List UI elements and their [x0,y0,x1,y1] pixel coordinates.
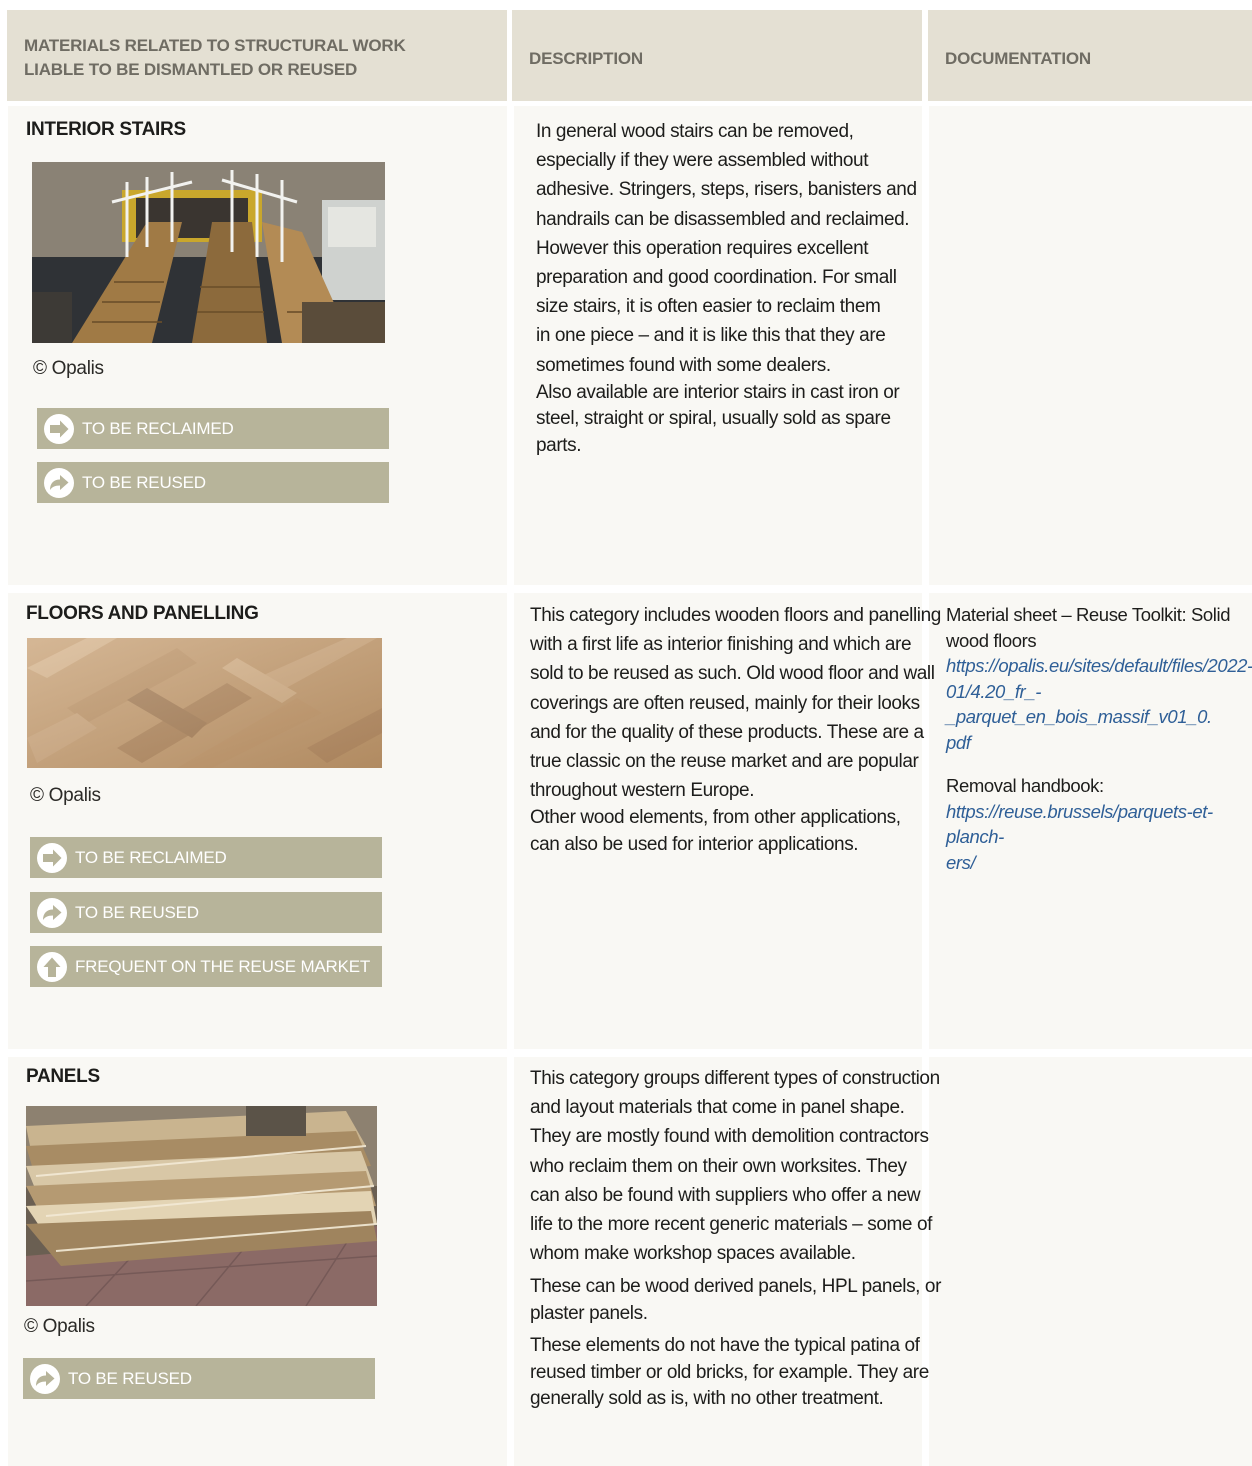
stairs-photo-credit: © Opalis [33,358,104,379]
description-line: can also be found with suppliers who off… [530,1184,921,1206]
description-line: However this operation requires excellen… [536,237,869,259]
doc-link-solid-wood-floors[interactable]: 01/4.20_fr_-_parquet_en_bois_massif_v01_… [946,679,1246,730]
header-materials-line1: MATERIALS RELATED TO STRUCTURAL WORK [24,36,406,55]
doc-label: wood floors [946,629,1037,651]
description-line: These elements do not have the typical p… [530,1335,920,1357]
description-line: life to the more recent generic material… [530,1214,933,1236]
row-panels-documentation-cell [929,1057,1252,1466]
row-stairs-title: INTERIOR STAIRS [26,119,186,140]
stairs-photo [32,162,385,343]
description-line: and for the quality of these products. T… [530,721,924,743]
parquet-photo [27,638,382,768]
description-line: steel, straight or spiral, usually sold … [536,408,891,430]
doc-label: Removal handbook: [946,775,1104,796]
floors-badge-frequent: FREQUENT ON THE REUSE MARKET [30,946,382,987]
description-line: In general wood stairs can be removed, [536,121,854,142]
panels-photo [26,1106,377,1306]
row-floors-title: FLOORS AND PANELLING [26,603,259,624]
row-panels-title: PANELS [26,1066,100,1087]
description-line: throughout western Europe. [530,780,755,802]
description-line: especially if they were assembled withou… [536,150,869,172]
badge-label: TO BE REUSED [75,902,199,922]
description-line: true classic on the reuse market and are… [530,751,919,773]
description-line: who reclaim them on their own worksites.… [530,1155,907,1177]
arrow-up-circle-icon [37,951,67,982]
badge-label: TO BE REUSED [82,472,206,492]
header-description: DESCRIPTION [512,10,922,101]
doc-link-solid-wood-floors[interactable]: https://opalis.eu/sites/default/files/20… [946,653,1252,679]
parquet-photo-credit: © Opalis [30,785,101,806]
header-documentation: DOCUMENTATION [928,10,1252,101]
header-documentation-label: DOCUMENTATION [945,49,1091,68]
description-line: generally sold as is, with no other trea… [530,1388,884,1410]
row-stairs-description: In general wood stairs can be removed, e… [536,117,917,459]
description-line: sold to be reused as such. Old wood floo… [530,663,935,685]
doc-link-solid-wood-floors[interactable]: pdf [946,730,1246,756]
header-materials-line2: LIABLE TO BE DISMANTLED OR REUSED [24,60,358,79]
row-floors-documentation: Material sheet – Reuse Toolkit: Solid wo… [946,602,1252,876]
stairs-badge-to-be-reused: TO BE REUSED [37,462,389,503]
description-line: coverings are often reused, mainly for t… [530,692,920,714]
header-description-label: DESCRIPTION [529,49,643,68]
curved-arrow-right-circle-icon [37,897,67,928]
description-line: whom make workshop spaces available. [530,1243,856,1265]
description-line: plaster panels. [530,1302,648,1324]
badge-label: TO BE REUSED [68,1368,192,1388]
description-line: size stairs, it is often easier to recla… [536,296,881,318]
stairs-badge-to-be-reclaimed: TO BE RECLAIMED [37,408,389,449]
curved-arrow-right-circle-icon [44,467,74,498]
description-line: with a first life as interior finishing … [530,634,912,656]
arrow-right-circle-icon [37,842,67,873]
description-line: This category groups different types of … [530,1068,940,1089]
header-materials: MATERIALS RELATED TO STRUCTURAL WORK LIA… [7,10,507,101]
row-stairs-documentation-cell [929,106,1252,585]
doc-link-removal-handbook[interactable]: ers/ [946,850,1246,876]
row-floors-description: This category includes wooden floors and… [530,601,941,858]
description-line: They are mostly found with demolition co… [530,1126,929,1148]
badge-label: TO BE RECLAIMED [75,847,227,867]
description-line: adhesive. Stringers, steps, risers, bani… [536,179,917,201]
panels-photo-credit: © Opalis [24,1316,95,1337]
badge-label: TO BE RECLAIMED [82,418,234,438]
badge-label: FREQUENT ON THE REUSE MARKET [75,956,371,976]
panels-badge-to-be-reused: TO BE REUSED [23,1358,375,1399]
floors-badge-to-be-reused: TO BE REUSED [30,892,382,933]
description-line: preparation and good coordination. For s… [536,267,897,289]
doc-label: Material sheet – Reuse Toolkit: Solid [946,604,1231,625]
description-line: can also be used for interior applicatio… [530,833,859,855]
description-line: in one piece – and it is like this that … [536,325,886,347]
description-line: and layout materials that come in panel … [530,1097,905,1119]
description-line: parts. [536,434,582,456]
description-line: sometimes found with some dealers. [536,354,831,376]
row-panels-description: This category groups different types of … [530,1064,941,1413]
description-line: Also available are interior stairs in ca… [536,381,900,403]
description-line: This category includes wooden floors and… [530,605,941,626]
description-line: handrails can be disassembled and reclai… [536,208,910,230]
description-line: reused timber or old bricks, for example… [530,1361,929,1383]
description-line: These can be wood derived panels, HPL pa… [530,1276,942,1298]
doc-link-removal-handbook[interactable]: https://reuse.brussels/parquets-et-planc… [946,799,1246,850]
curved-arrow-right-circle-icon [30,1363,60,1394]
floors-badge-to-be-reclaimed: TO BE RECLAIMED [30,837,382,878]
description-line: Other wood elements, from other applicat… [530,807,901,829]
arrow-right-circle-icon [44,413,74,444]
